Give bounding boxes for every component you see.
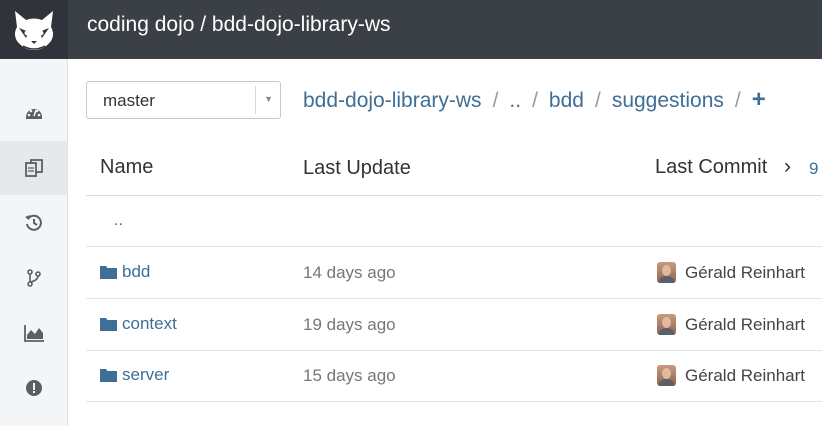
author-name: Gérald Reinhart [685, 262, 806, 282]
breadcrumb: bdd-dojo-library-ws /.. / bdd / suggestions / + [303, 86, 766, 114]
parent-directory-link[interactable]: .. [114, 212, 123, 230]
breadcrumb-current[interactable]: suggestions [612, 89, 724, 112]
last-update: 19 days ago [303, 315, 396, 334]
commit-author: Gérald Reinhart [657, 262, 805, 283]
branch-select-divider [255, 86, 256, 114]
breadcrumb-bdd-link[interactable]: bdd [549, 89, 584, 112]
branch-select-value: master [103, 91, 155, 110]
file-name[interactable]: server [122, 365, 169, 385]
files-icon [24, 159, 43, 177]
sidebar [0, 59, 68, 426]
page-title: coding dojo / bdd-dojo-library-ws [87, 13, 391, 36]
column-header-last-commit: Last Commit [655, 156, 768, 178]
commit-author: Gérald Reinhart [657, 365, 805, 386]
branch-select[interactable]: master ▼ [86, 81, 281, 119]
table-row-name[interactable]: server [100, 365, 169, 385]
author-name: Gérald Reinhart [685, 314, 806, 334]
gitbucket-logo[interactable] [0, 0, 68, 59]
row-divider [86, 350, 822, 351]
commit-hash-link[interactable]: 9 [809, 159, 818, 179]
folder-icon [100, 369, 117, 382]
issues-icon [25, 380, 42, 396]
avatar [657, 365, 676, 386]
row-divider [86, 298, 822, 299]
breadcrumb-repo-link[interactable]: bdd-dojo-library-ws [303, 89, 482, 112]
sidebar-item-graphs[interactable] [0, 306, 67, 360]
folder-icon [100, 318, 117, 331]
column-header-name: Name [100, 156, 154, 178]
avatar [657, 262, 676, 283]
chevron-right-icon: › [784, 155, 791, 178]
caret-down-icon: ▼ [264, 94, 273, 104]
branch-icon [26, 269, 41, 287]
last-update: 15 days ago [303, 366, 396, 385]
breadcrumb-parent-link[interactable]: .. [509, 89, 521, 112]
sidebar-item-dashboard[interactable] [0, 86, 67, 140]
table-header-divider [86, 195, 822, 196]
history-icon [24, 214, 42, 231]
breadcrumb-separator: / [532, 89, 538, 112]
commit-author: Gérald Reinhart [657, 314, 805, 335]
dashboard-icon [25, 109, 42, 119]
table-row-name[interactable]: context [100, 314, 177, 334]
top-bar: coding dojo / bdd-dojo-library-ws [0, 0, 822, 59]
cat-logo-icon [15, 10, 53, 50]
breadcrumb-separator: / [734, 89, 741, 112]
file-name[interactable]: bdd [122, 262, 150, 282]
chart-icon [23, 325, 44, 342]
sidebar-item-issues[interactable] [0, 361, 67, 415]
row-divider [86, 401, 822, 402]
row-divider [86, 246, 822, 247]
file-name[interactable]: context [122, 314, 177, 334]
author-name: Gérald Reinhart [685, 365, 806, 385]
sidebar-item-branches[interactable] [0, 251, 67, 305]
avatar [657, 314, 676, 335]
breadcrumb-separator: / [492, 89, 499, 112]
folder-icon [100, 266, 117, 279]
sidebar-item-history[interactable] [0, 196, 67, 250]
table-row-name[interactable]: bdd [100, 262, 150, 282]
column-header-last-update: Last Update [303, 157, 411, 179]
add-file-button[interactable]: + [752, 86, 766, 113]
sidebar-item-files[interactable] [0, 141, 67, 195]
breadcrumb-separator: / [594, 89, 601, 112]
last-update: 14 days ago [303, 263, 396, 282]
